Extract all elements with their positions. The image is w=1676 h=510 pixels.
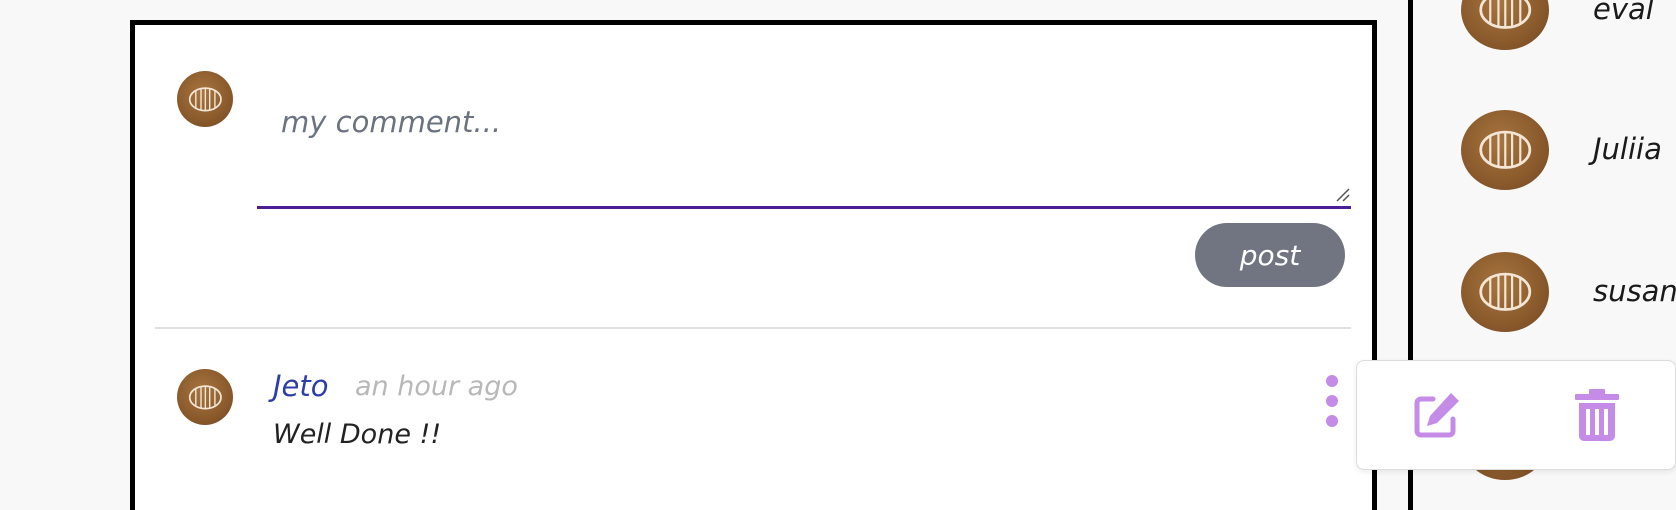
user-list-item[interactable]: Juliia [1413,110,1676,194]
current-user-avatar [177,71,233,127]
kebab-menu-icon [1326,375,1338,387]
comment-input[interactable] [257,53,1351,209]
user-list-item[interactable]: susan [1413,252,1676,336]
barrel-icon [188,86,222,112]
delete-comment-button[interactable] [1567,385,1627,445]
comment-action-menu [1356,360,1676,470]
comment-options-button[interactable] [1320,369,1344,433]
comment-author-avatar [177,369,233,425]
comment-author-link[interactable]: Jeto [273,369,329,403]
edit-comment-button[interactable] [1407,385,1467,445]
comment-card: post Jeto an hour ago Well Done !! [130,20,1377,510]
user-name: Juliia [1593,132,1662,166]
user-name: eval [1593,0,1654,26]
user-avatar [1461,252,1549,332]
kebab-menu-icon-dot [1326,395,1338,407]
barrel-icon [1479,130,1531,170]
user-avatar [1461,110,1549,190]
user-list-item[interactable]: eval [1413,0,1676,54]
post-button[interactable]: post [1195,223,1345,287]
barrel-icon [188,384,222,410]
comment-text: Well Done !! [273,419,442,450]
edit-icon [1414,393,1459,438]
user-name: susan [1593,274,1676,308]
comment-timestamp: an hour ago [355,371,518,402]
user-avatar [1461,0,1549,50]
barrel-icon [1479,0,1531,30]
barrel-icon [1479,272,1531,312]
trash-icon [1575,389,1619,441]
app-stage: post Jeto an hour ago Well Done !! [0,0,1676,510]
input-underline [257,206,1351,209]
divider [155,327,1351,329]
kebab-menu-icon-dot [1326,415,1338,427]
resize-grip-icon[interactable] [1335,187,1351,203]
